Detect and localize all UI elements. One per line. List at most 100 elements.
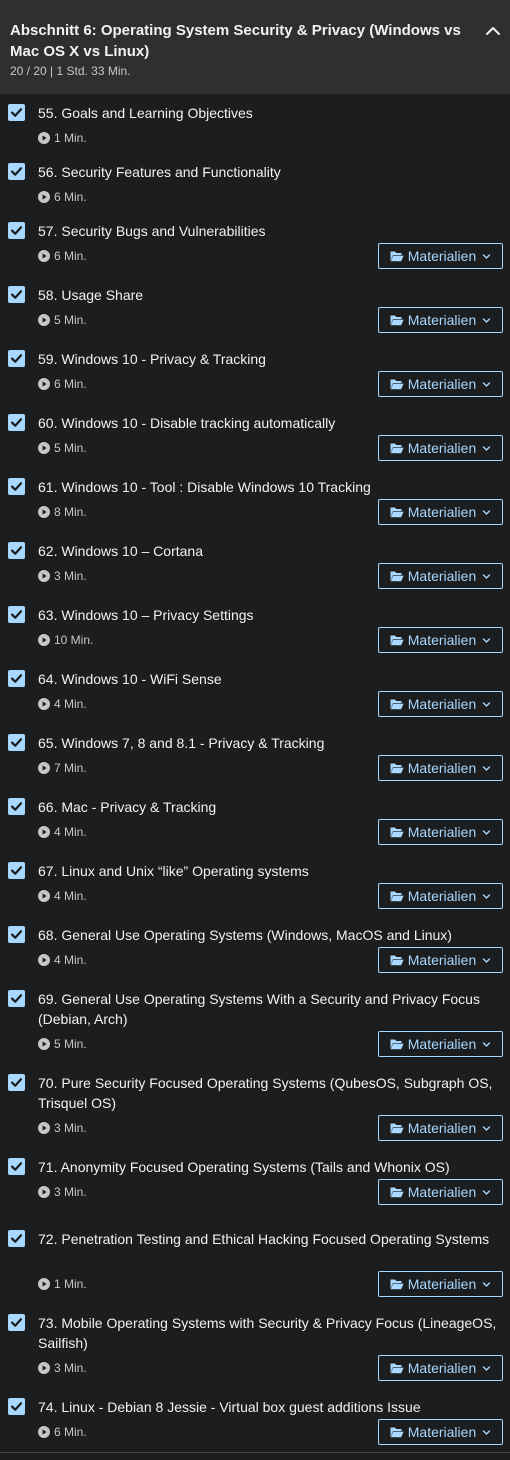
- lecture-title[interactable]: 56. Security Features and Functionality: [38, 162, 500, 182]
- materials-label: Materialien: [407, 312, 477, 328]
- materials-dropdown-button[interactable]: Materialien: [378, 499, 503, 525]
- lecture-title[interactable]: 62. Windows 10 – Cortana: [38, 541, 500, 561]
- materials-label: Materialien: [407, 632, 477, 648]
- chevron-down-icon: [483, 765, 491, 771]
- materials-dropdown-button[interactable]: Materialien: [378, 1031, 503, 1057]
- lecture-title[interactable]: 74. Linux - Debian 8 Jessie - Virtual bo…: [38, 1397, 500, 1417]
- chevron-down-icon: [483, 829, 491, 835]
- completed-checkbox[interactable]: [8, 542, 25, 559]
- materials-dropdown-button[interactable]: Materialien: [378, 371, 503, 397]
- materials-label: Materialien: [407, 568, 477, 584]
- completed-checkbox[interactable]: [8, 104, 25, 121]
- chevron-down-icon: [483, 509, 491, 515]
- lecture-title[interactable]: 73. Mobile Operating Systems with Securi…: [38, 1313, 500, 1353]
- lecture-title[interactable]: 64. Windows 10 - WiFi Sense: [38, 669, 500, 689]
- materials-dropdown-button[interactable]: Materialien: [378, 1355, 503, 1381]
- lecture-title[interactable]: 68. General Use Operating Systems (Windo…: [38, 925, 500, 945]
- lecture-duration: 3 Min.: [54, 1121, 87, 1135]
- play-circle-icon: [38, 954, 50, 966]
- checkmark-icon: [10, 1078, 23, 1087]
- play-circle-icon: [38, 1186, 50, 1198]
- folder-open-icon: [390, 443, 404, 454]
- materials-dropdown-button[interactable]: Materialien: [378, 819, 503, 845]
- section-header[interactable]: Abschnitt 6: Operating System Security &…: [0, 0, 510, 94]
- lecture-title[interactable]: 55. Goals and Learning Objectives: [38, 103, 500, 123]
- completed-checkbox[interactable]: [8, 926, 25, 943]
- completed-checkbox[interactable]: [8, 1158, 25, 1175]
- lecture-title[interactable]: 67. Linux and Unix “like” Operating syst…: [38, 861, 500, 881]
- completed-checkbox[interactable]: [8, 478, 25, 495]
- completed-checkbox[interactable]: [8, 286, 25, 303]
- materials-label: Materialien: [407, 952, 477, 968]
- play-circle-icon: [38, 890, 50, 902]
- lecture-duration: 3 Min.: [54, 1361, 87, 1375]
- chevron-down-icon: [483, 317, 491, 323]
- play-circle-icon: [38, 191, 50, 203]
- chevron-down-icon: [483, 445, 491, 451]
- lecture-title[interactable]: 66. Mac - Privacy & Tracking: [38, 797, 500, 817]
- completed-checkbox[interactable]: [8, 798, 25, 815]
- materials-dropdown-button[interactable]: Materialien: [378, 691, 503, 717]
- lecture-title[interactable]: 60. Windows 10 - Disable tracking automa…: [38, 413, 500, 433]
- lecture-duration: 8 Min.: [54, 505, 87, 519]
- materials-dropdown-button[interactable]: Materialien: [378, 947, 503, 973]
- completed-checkbox[interactable]: [8, 606, 25, 623]
- checkmark-icon: [10, 546, 23, 555]
- materials-dropdown-button[interactable]: Materialien: [378, 1419, 503, 1445]
- lecture-meta: 7 Min.: [38, 760, 87, 776]
- lecture-duration: 6 Min.: [54, 249, 87, 263]
- play-circle-icon: [38, 698, 50, 710]
- completed-checkbox[interactable]: [8, 1398, 25, 1415]
- lecture-title[interactable]: 57. Security Bugs and Vulnerabilities: [38, 221, 500, 241]
- materials-label: Materialien: [407, 248, 477, 264]
- materials-label: Materialien: [407, 824, 477, 840]
- lecture-meta: 5 Min.: [38, 312, 87, 328]
- lecture-title[interactable]: 70. Pure Security Focused Operating Syst…: [38, 1073, 500, 1113]
- lecture-title[interactable]: 58. Usage Share: [38, 285, 500, 305]
- materials-dropdown-button[interactable]: Materialien: [378, 883, 503, 909]
- completed-checkbox[interactable]: [8, 734, 25, 751]
- completed-checkbox[interactable]: [8, 414, 25, 431]
- materials-dropdown-button[interactable]: Materialien: [378, 307, 503, 333]
- lecture-duration: 7 Min.: [54, 761, 87, 775]
- materials-dropdown-button[interactable]: Materialien: [378, 755, 503, 781]
- checkmark-icon: [10, 482, 23, 491]
- completed-checkbox[interactable]: [8, 670, 25, 687]
- completed-checkbox[interactable]: [8, 1230, 25, 1247]
- lecture-title[interactable]: 63. Windows 10 – Privacy Settings: [38, 605, 500, 625]
- materials-dropdown-button[interactable]: Materialien: [378, 1271, 503, 1297]
- play-circle-icon: [38, 762, 50, 774]
- materials-label: Materialien: [407, 504, 477, 520]
- chevron-up-icon[interactable]: [484, 22, 502, 40]
- lecture-duration: 1 Min.: [54, 1277, 87, 1291]
- completed-checkbox[interactable]: [8, 990, 25, 1007]
- checkmark-icon: [10, 167, 23, 176]
- completed-checkbox[interactable]: [8, 163, 25, 180]
- materials-dropdown-button[interactable]: Materialien: [378, 627, 503, 653]
- lecture-title[interactable]: 69. General Use Operating Systems With a…: [38, 989, 500, 1029]
- lecture-title[interactable]: 61. Windows 10 - Tool : Disable Windows …: [38, 477, 500, 497]
- lecture-title[interactable]: 65. Windows 7, 8 and 8.1 - Privacy & Tra…: [38, 733, 500, 753]
- completed-checkbox[interactable]: [8, 222, 25, 239]
- materials-dropdown-button[interactable]: Materialien: [378, 1179, 503, 1205]
- materials-dropdown-button[interactable]: Materialien: [378, 1115, 503, 1141]
- materials-dropdown-button[interactable]: Materialien: [378, 563, 503, 589]
- checkmark-icon: [10, 418, 23, 427]
- lecture-title[interactable]: 59. Windows 10 - Privacy & Tracking: [38, 349, 500, 369]
- lecture-title[interactable]: 72. Penetration Testing and Ethical Hack…: [38, 1229, 500, 1249]
- play-circle-icon: [38, 570, 50, 582]
- play-circle-icon: [38, 250, 50, 262]
- chevron-down-icon: [483, 1125, 491, 1131]
- chevron-down-icon: [483, 1189, 491, 1195]
- materials-dropdown-button[interactable]: Materialien: [378, 243, 503, 269]
- completed-checkbox[interactable]: [8, 862, 25, 879]
- checkmark-icon: [10, 994, 23, 1003]
- completed-checkbox[interactable]: [8, 350, 25, 367]
- play-circle-icon: [38, 1362, 50, 1374]
- folder-open-icon: [390, 1039, 404, 1050]
- folder-open-icon: [390, 827, 404, 838]
- completed-checkbox[interactable]: [8, 1074, 25, 1091]
- completed-checkbox[interactable]: [8, 1314, 25, 1331]
- materials-dropdown-button[interactable]: Materialien: [378, 435, 503, 461]
- lecture-title[interactable]: 71. Anonymity Focused Operating Systems …: [38, 1157, 500, 1177]
